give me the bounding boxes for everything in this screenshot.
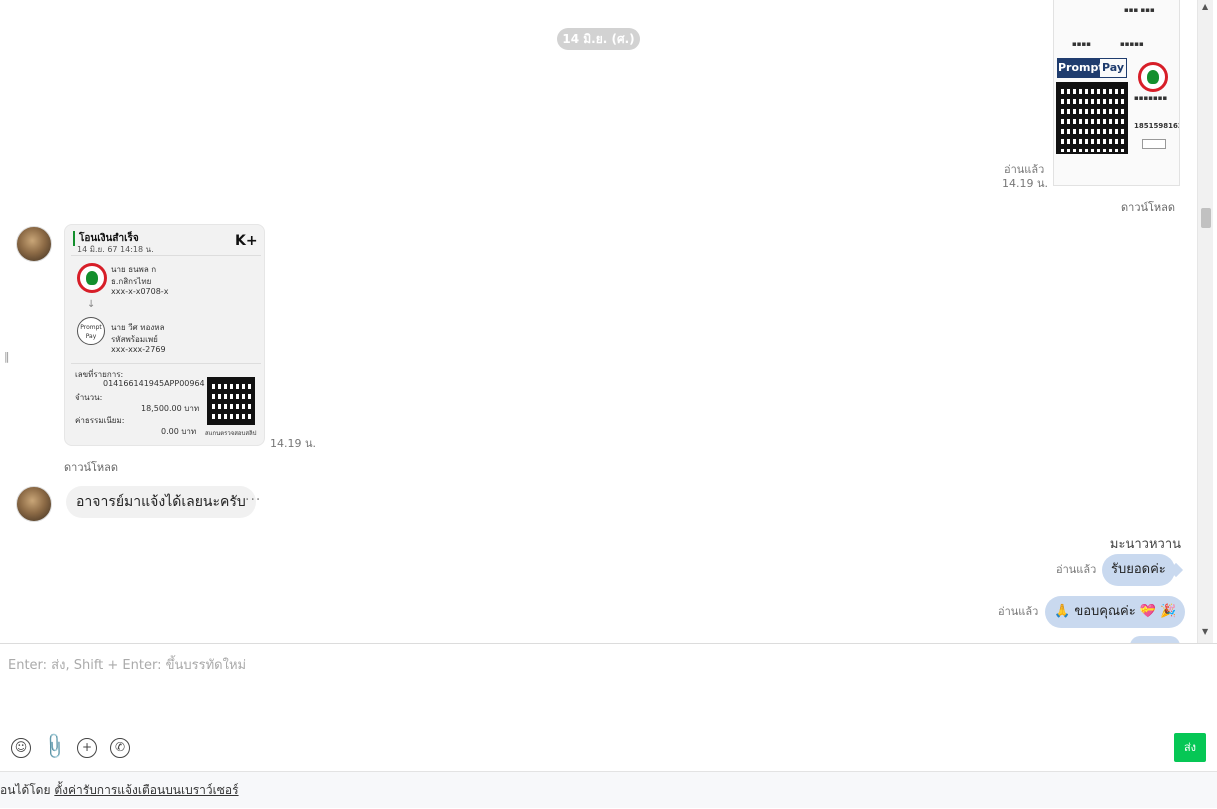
slip-fee-value: 0.00 บาท: [161, 427, 197, 436]
slip-ref-value: 014166141945APP00964: [103, 379, 205, 388]
scroll-up-icon[interactable]: ▲: [1202, 2, 1208, 11]
date-divider: 14 มิ.ย. (ศ.): [557, 28, 640, 50]
qr-code: [1056, 82, 1128, 154]
copy-button-image: [1142, 139, 1166, 149]
slip-qr-caption: สแกนตรวจสอบสลิป: [205, 430, 257, 437]
qr-header-text: ▪▪▪ ▪▪▪: [1124, 6, 1155, 14]
notification-settings-link[interactable]: ตั้งค่ารับการแจ้งเตือนบนเบราว์เซอร์: [54, 783, 238, 797]
kbank-logo-icon: [77, 263, 107, 293]
read-status: อ่านแล้ว: [1056, 563, 1097, 576]
read-status: อ่านแล้ว: [998, 605, 1039, 618]
scrollbar-thumb[interactable]: [1201, 208, 1211, 228]
promptpay-logo: Prompt Pay: [1057, 58, 1127, 78]
kbank-logo-icon: [1138, 62, 1168, 92]
qr-code: [207, 377, 255, 425]
slip-divider: [71, 363, 261, 364]
scroll-down-icon[interactable]: ▼: [1202, 627, 1208, 636]
promptpay-badge-icon: Prompt Pay: [77, 317, 105, 345]
download-link[interactable]: ดาวน์โหลด: [64, 458, 118, 476]
emoji-icon[interactable]: ☺: [11, 738, 31, 758]
promptpay-logo-prompt: Prompt: [1058, 59, 1104, 77]
message-time: 14.19 น.: [1002, 177, 1049, 190]
incoming-message-bubble[interactable]: อาจารย์มาแจ้งได้เลยนะครับ: [66, 486, 256, 518]
attach-file-icon[interactable]: 📎: [39, 731, 70, 761]
arrow-down-icon: ↓: [87, 299, 96, 310]
download-link[interactable]: ดาวน์โหลด: [1121, 198, 1175, 216]
message-composer: ☺ 📎 + ✆ ส่ง: [0, 643, 1217, 771]
chat-scrollbar[interactable]: ▲ ▼: [1197, 0, 1213, 643]
resize-handle-icon[interactable]: ‖: [4, 350, 10, 363]
notification-footer: อนได้โดย ตั้งค่ารับการแจ้งเตือนบนเบราว์เ…: [0, 771, 1217, 808]
send-button[interactable]: ส่ง: [1174, 733, 1206, 762]
slip-amount-value: 18,500.00 บาท: [141, 404, 200, 413]
more-options-icon[interactable]: ···: [245, 492, 261, 508]
call-icon[interactable]: ✆: [110, 738, 130, 758]
slip-from-account: xxx-x-x0708-x: [111, 287, 169, 296]
avatar[interactable]: [16, 486, 52, 522]
slip-divider: [71, 255, 261, 256]
footer-text: อนได้โดย: [0, 783, 55, 797]
kplus-logo: K+: [235, 233, 258, 249]
slip-fee-label: ค่าธรรมเนียม:: [75, 416, 125, 425]
slip-to-account: xxx-xxx-2769: [111, 345, 166, 354]
avatar[interactable]: [16, 226, 52, 262]
promptpay-logo-pay: Pay: [1101, 61, 1125, 74]
message-time: 14.19 น.: [270, 437, 317, 450]
qr-account-number: 1851598162: [1134, 122, 1180, 130]
outgoing-message-bubble[interactable]: รับยอดค่ะ: [1102, 554, 1175, 586]
chat-message-area[interactable]: 14 มิ.ย. (ศ.) ▪▪▪ ▪▪▪ ▪▪▪▪ ▪▪▪▪▪ Prompt …: [0, 0, 1197, 643]
message-input[interactable]: [8, 654, 1158, 724]
sender-name: มะนาวหวาน: [1109, 537, 1181, 552]
slip-amount-label: จำนวน:: [75, 393, 103, 402]
qr-header-text: ▪▪▪▪: [1072, 40, 1091, 48]
outgoing-message-bubble[interactable]: 🙏 ขอบคุณค่ะ 💝 🎉: [1045, 596, 1186, 628]
qr-image-message[interactable]: ▪▪▪ ▪▪▪ ▪▪▪▪ ▪▪▪▪▪ Prompt Pay ▪▪▪▪▪▪▪ 18…: [1053, 0, 1180, 186]
add-content-icon[interactable]: +: [77, 738, 97, 758]
transfer-slip-image[interactable]: โอนเงินสำเร็จ 14 มิ.ย. 67 14:18 น. K+ นา…: [64, 224, 265, 446]
outgoing-message-bubble-partial: [1130, 636, 1180, 643]
qr-header-text: ▪▪▪▪▪: [1120, 40, 1144, 48]
qr-bank-text: ▪▪▪▪▪▪▪: [1134, 94, 1168, 102]
